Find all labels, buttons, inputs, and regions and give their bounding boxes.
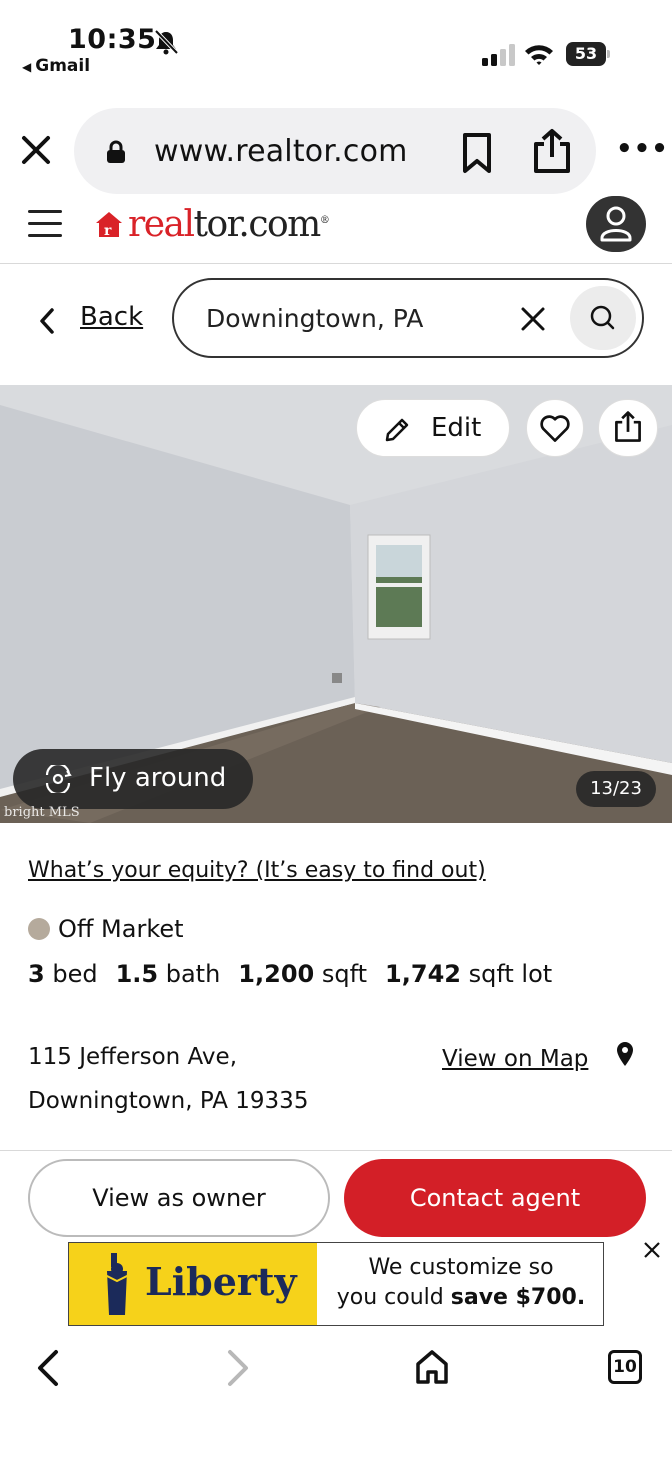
back-to-app-link[interactable]: ◀ Gmail [22, 56, 90, 76]
ad-line-2: you could save $700. [336, 1285, 586, 1310]
clock: 10:35 [68, 24, 157, 55]
forward-arrow-icon[interactable] [226, 1348, 252, 1388]
share-icon[interactable] [532, 128, 572, 174]
ad-brand-name: Liberty [145, 1259, 297, 1304]
url-text: www.realtor.com [154, 134, 408, 169]
lock-icon [107, 140, 125, 163]
url-field[interactable]: www.realtor.com [74, 108, 596, 194]
edit-label: Edit [431, 413, 482, 443]
search-query: Downingtown, PA [206, 304, 424, 333]
edit-button[interactable]: Edit [356, 399, 510, 457]
listing-status: Off Market [28, 914, 184, 944]
site-header: r realtor.com® [0, 196, 672, 264]
heart-icon[interactable] [526, 399, 584, 457]
bookmark-icon[interactable] [460, 132, 494, 174]
fly-around-button[interactable]: Fly around [13, 749, 253, 809]
sqft-value: 1,200 [238, 960, 315, 988]
close-icon[interactable] [18, 132, 54, 168]
baths-unit: bath [165, 960, 221, 988]
beds-value: 3 [28, 960, 45, 988]
search-icon[interactable] [570, 286, 636, 350]
action-bar: View as owner Contact agent [0, 1150, 672, 1242]
status-label: Off Market [58, 915, 184, 943]
wifi-icon [525, 45, 553, 65]
realtor-logo[interactable]: r realtor.com® [94, 200, 330, 248]
bell-slash-icon [154, 29, 179, 55]
house-logo-icon: r [96, 212, 122, 239]
address-line-1: 115 Jefferson Ave, [28, 1044, 237, 1070]
mls-watermark: bright MLS [4, 805, 80, 820]
drone-icon [45, 765, 72, 793]
back-arrow-icon[interactable] [34, 1348, 60, 1388]
contact-agent-button[interactable]: Contact agent [344, 1159, 646, 1237]
fly-around-label: Fly around [89, 763, 227, 793]
battery-icon: 53 [566, 42, 610, 66]
svg-text:r: r [104, 223, 112, 239]
clear-icon[interactable] [518, 304, 548, 334]
tabs-count-button[interactable]: 10 [608, 1350, 642, 1384]
chevron-left-icon[interactable] [36, 306, 58, 336]
equity-link[interactable]: What’s your equity? (It’s easy to find o… [28, 858, 486, 883]
home-icon[interactable] [414, 1348, 450, 1386]
back-link[interactable]: Back [80, 302, 143, 332]
browser-toolbar: 10 [0, 1338, 672, 1408]
photo-counter: 13/23 [576, 771, 656, 807]
battery-nub [607, 50, 610, 58]
battery-level: 53 [566, 42, 606, 66]
logo-wordmark: realtor.com® [128, 203, 330, 245]
more-icon[interactable]: ••• [616, 134, 668, 164]
account-icon[interactable] [586, 196, 646, 252]
baths-value: 1.5 [115, 960, 159, 988]
ad-brand-panel: Liberty [69, 1243, 317, 1325]
status-bar: 10:35 ◀ Gmail 53 [0, 0, 672, 100]
share-listing-icon[interactable] [598, 399, 658, 457]
property-facts: 3 bed 1.5 bath 1,200 sqft 1,742 sqft lot [28, 960, 552, 988]
browser-address-bar: www.realtor.com ••• [0, 104, 672, 196]
signal-icon [482, 44, 515, 66]
map-pin-icon[interactable] [614, 1040, 636, 1070]
menu-icon[interactable] [28, 210, 66, 238]
close-ad-icon[interactable] [640, 1238, 664, 1262]
view-as-owner-button[interactable]: View as owner [28, 1159, 330, 1237]
listing-photo[interactable]: Edit Fly around 13/23 bright MLS [0, 385, 672, 823]
lot-value: 1,742 [385, 960, 461, 988]
beds-unit: bed [52, 960, 98, 988]
sqft-unit: sqft [321, 960, 368, 988]
back-triangle-icon: ◀ [22, 60, 32, 74]
view-on-map-link[interactable]: View on Map [442, 1046, 588, 1072]
search-row: Back Downingtown, PA [0, 264, 672, 384]
search-input[interactable]: Downingtown, PA [172, 278, 644, 358]
ad-copy: We customize so you could save $700. [319, 1253, 603, 1313]
statue-of-liberty-logo [104, 1253, 130, 1315]
address-line-2: Downingtown, PA 19335 [28, 1088, 309, 1114]
advertisement-banner[interactable]: Liberty We customize so you could save $… [68, 1242, 604, 1326]
ad-line-1: We customize so [368, 1255, 554, 1280]
back-app-label: Gmail [35, 56, 91, 76]
lot-unit: sqft lot [468, 960, 553, 988]
pencil-icon [385, 418, 409, 442]
status-dot [28, 918, 50, 940]
